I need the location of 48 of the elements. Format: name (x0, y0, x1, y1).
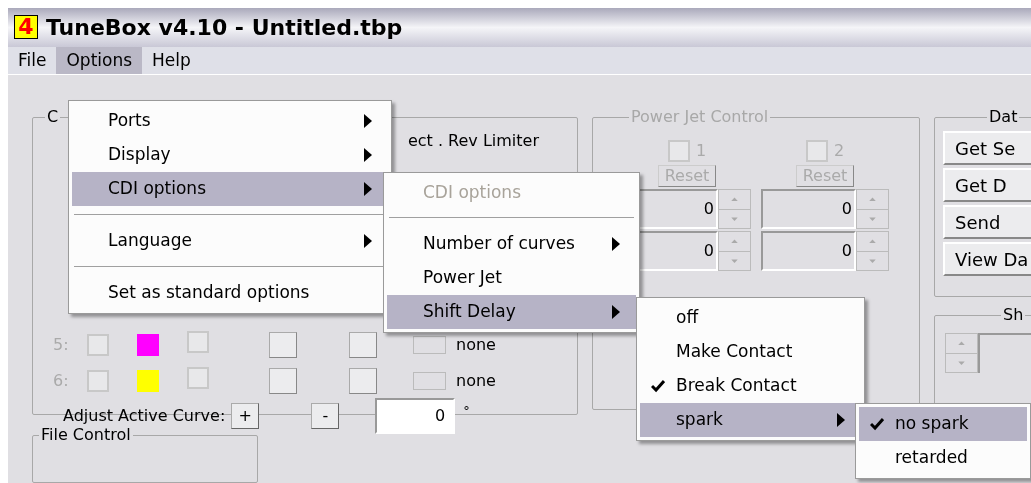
channel-label: 1 (695, 140, 707, 162)
spinner[interactable] (945, 333, 978, 373)
square-button[interactable] (269, 368, 297, 394)
limit-value: none (456, 370, 496, 392)
data-button[interactable]: Get Se (943, 131, 1031, 165)
group-title: Power Jet Control (631, 107, 769, 126)
spinner[interactable] (413, 336, 446, 354)
group-title: Sh (1003, 305, 1024, 324)
square-button[interactable] (349, 368, 377, 394)
data-button[interactable]: Send (943, 205, 1031, 239)
plus-button[interactable]: + (231, 403, 260, 429)
group-title: File Control (41, 425, 131, 444)
menu-bar-item[interactable]: Help (142, 46, 201, 74)
window-title: TuneBox v4.10 - Untitled.tbp (46, 13, 403, 42)
menu-item[interactable]: retarded (859, 441, 1027, 475)
adjust-label: Adjust Active Curve: (63, 405, 226, 427)
checkmark-icon (651, 379, 665, 393)
spinner[interactable] (413, 372, 446, 390)
menu-bar-item[interactable]: Options (56, 46, 143, 74)
checkbox[interactable] (187, 366, 209, 389)
menu-item[interactable]: Make Contact (640, 335, 861, 369)
minus-button[interactable]: - (311, 403, 340, 429)
row-label: 6: (53, 370, 70, 392)
row-label: 5: (53, 334, 70, 356)
menu-item[interactable]: Break Contact (640, 369, 861, 403)
menu-item[interactable]: Display (72, 138, 388, 172)
menu-bar-item[interactable]: File (8, 46, 57, 74)
checkbox[interactable] (87, 334, 109, 356)
app-logo-icon: 4 (14, 15, 38, 40)
menu-item[interactable]: off (640, 301, 861, 335)
menu-header: CDI options (423, 180, 521, 204)
checkbox[interactable] (187, 330, 209, 353)
group-title: Dat (989, 107, 1018, 126)
group-title: C (47, 107, 59, 126)
menu-item[interactable]: no spark (859, 407, 1027, 441)
checkbox[interactable] (87, 370, 109, 392)
menu-item[interactable]: Ports (72, 104, 388, 138)
square-button[interactable] (269, 332, 297, 358)
square-button[interactable] (349, 332, 377, 358)
unit-label: ° (463, 402, 470, 420)
column-header: ect . Rev Limiter (407, 130, 539, 151)
checkmark-icon (870, 417, 884, 431)
curve-value-field[interactable]: 0 (375, 398, 456, 434)
channel-label: 2 (833, 140, 845, 162)
menu-item[interactable]: Shift Delay (387, 295, 636, 329)
data-button[interactable]: View Da (943, 242, 1031, 276)
data-button[interactable]: Get D (943, 168, 1031, 202)
limit-value: none (456, 334, 496, 356)
